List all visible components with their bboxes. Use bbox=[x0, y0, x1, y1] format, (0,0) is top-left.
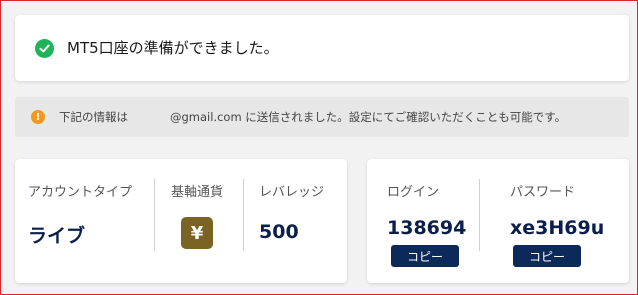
login-value: 138694 bbox=[387, 217, 467, 239]
leverage-value: 500 bbox=[259, 221, 299, 243]
info-message: 下記の情報は @gmail.com に送信されました。設定にてご確認いただくことも… bbox=[59, 109, 566, 125]
password-value: xe3H69u bbox=[510, 217, 605, 239]
account-type-label: アカウントタイプ bbox=[28, 185, 133, 200]
info-text-before: 下記の情報は bbox=[59, 110, 128, 124]
password-label: パスワード bbox=[510, 185, 576, 200]
divider bbox=[243, 179, 244, 251]
info-notice: ! 下記の情報は @gmail.com に送信されました。設定にてご確認いただくこ… bbox=[15, 97, 629, 137]
info-text-after: @gmail.com に送信されました。設定にてご確認いただくことも可能です。 bbox=[170, 110, 567, 124]
check-circle-icon bbox=[35, 39, 54, 58]
base-currency-label: 基軸通貨 bbox=[171, 185, 224, 200]
login-label: ログイン bbox=[387, 185, 440, 200]
divider bbox=[479, 179, 480, 251]
account-type-value: ライブ bbox=[28, 225, 86, 247]
login-credentials-card: ログイン 138694 コピー パスワード xe3H69u コピー bbox=[367, 159, 629, 283]
success-card: MT5口座の準備ができました。 bbox=[15, 15, 629, 81]
divider bbox=[154, 179, 155, 251]
copy-password-button[interactable]: コピー bbox=[513, 245, 581, 267]
leverage-label: レバレッジ bbox=[259, 185, 325, 200]
copy-login-button[interactable]: コピー bbox=[391, 245, 459, 267]
success-message: MT5口座の準備ができました。 bbox=[67, 39, 279, 57]
info-icon: ! bbox=[31, 110, 45, 124]
yen-currency-icon: ¥ bbox=[181, 217, 213, 249]
account-details-card: アカウントタイプ ライブ 基軸通貨 ¥ レバレッジ 500 bbox=[15, 159, 347, 283]
